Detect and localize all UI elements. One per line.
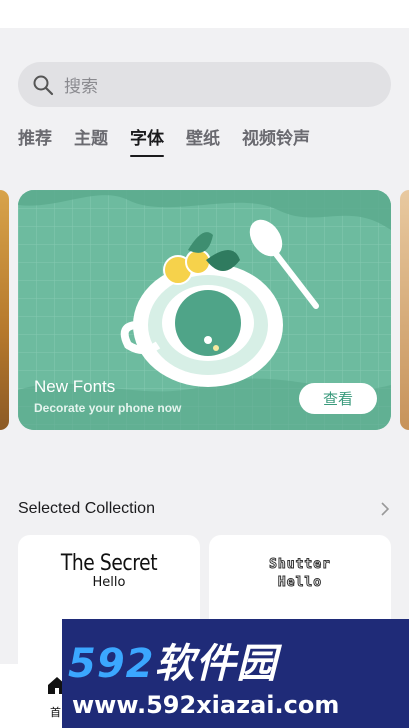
font-sample-subtitle: Hello	[277, 575, 323, 591]
tab-recommended[interactable]: 推荐	[18, 124, 52, 157]
banner-subtitle: Decorate your phone now	[34, 401, 182, 415]
chevron-right-icon[interactable]	[379, 501, 391, 517]
banner-title: New Fonts	[34, 377, 116, 396]
search-input[interactable]: 搜索	[18, 62, 391, 107]
category-tabs: 推荐 主题 字体 壁纸 视频铃声	[18, 124, 310, 157]
search-placeholder: 搜索	[64, 77, 98, 97]
previous-banner-card[interactable]	[0, 190, 9, 430]
next-banner-card[interactable]	[400, 190, 409, 430]
search-icon	[33, 75, 54, 95]
view-button[interactable]: 查看	[299, 383, 377, 414]
section-title: Selected Collection	[18, 500, 155, 517]
featured-banner[interactable]: New Fonts Decorate your phone now 查看	[18, 190, 391, 430]
tab-wallpapers[interactable]: 壁纸	[186, 124, 220, 157]
tab-fonts[interactable]: 字体	[130, 124, 164, 157]
tab-themes[interactable]: 主题	[74, 124, 108, 157]
font-sample-title: Shutter	[269, 557, 331, 573]
status-bar	[0, 0, 409, 28]
site-watermark: 592软件园 www.592xiazai.com	[62, 619, 409, 728]
watermark-brand: 592软件园	[68, 641, 278, 687]
tab-video-ringtones[interactable]: 视频铃声	[242, 124, 310, 157]
font-sample-subtitle: Hello	[92, 575, 126, 590]
selected-collection-header[interactable]: Selected Collection	[18, 496, 391, 522]
watermark-url: www.592xiazai.com	[72, 691, 340, 719]
nav-home-label[interactable]: 首	[50, 704, 61, 720]
font-sample-title: The Secret	[60, 551, 158, 576]
